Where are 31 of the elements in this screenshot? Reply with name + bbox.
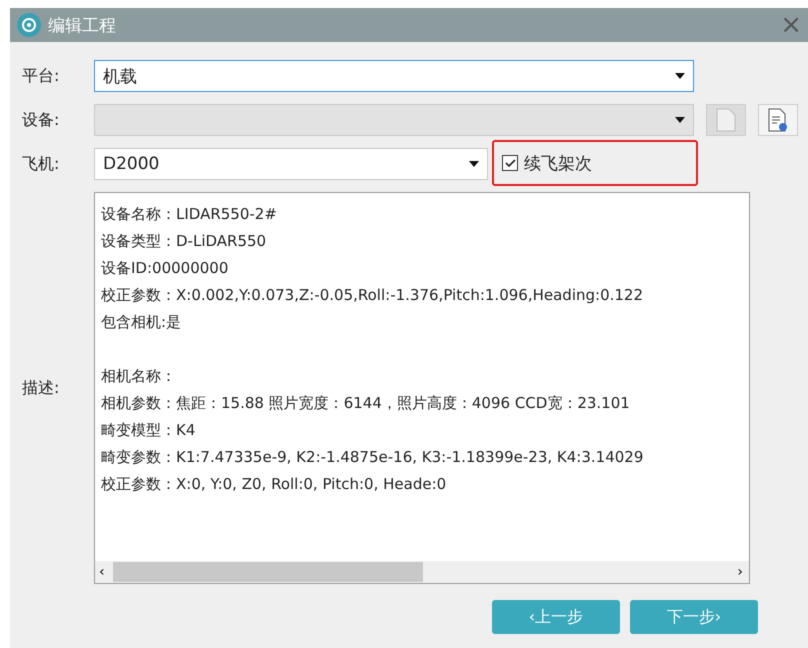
description-line: 畸变模型：K4 (101, 421, 196, 439)
description-line: 相机名称： (101, 367, 176, 385)
checkbox[interactable] (502, 155, 518, 171)
horizontal-scrollbar[interactable]: ‹ › (95, 561, 749, 583)
dropdown-caret-icon (675, 73, 685, 79)
field-label: 平台: (22, 66, 60, 86)
field-label: 设备: (22, 110, 60, 130)
check-icon (504, 158, 516, 168)
description-line: 校正参数：X:0, Y:0, Z0, Roll:0, Pitch:0, Heade:0 (101, 475, 446, 493)
dropdown-field[interactable]: D2000 (94, 148, 488, 180)
description-textarea[interactable] (94, 192, 750, 584)
checkbox-label: 续飞架次 (524, 152, 592, 174)
window-title: 编辑工程 (48, 14, 117, 36)
dropdown-field[interactable]: 机载 (94, 60, 694, 92)
scroll-left-icon[interactable]: ‹ (95, 564, 109, 580)
dropdown-caret-icon (469, 161, 479, 167)
file-settings-button[interactable] (758, 104, 798, 136)
description-line: 设备ID:00000000 (101, 259, 228, 277)
description-line: 设备名称：LIDAR550-2# (101, 205, 277, 223)
dropdown-caret-icon (675, 117, 685, 123)
description-line: 畸变参数：K1:7.47335e-9, K2:-1.4875e-16, K3:-1.18399e-23, K4:3.14029 (101, 448, 644, 466)
description-line: 校正参数：X:0.002,Y:0.073,Z:-0.05,Roll:-1.376,Pitch:1.096,Heading:0.122 (101, 286, 644, 304)
blank-page-icon (715, 108, 737, 132)
description-line: 设备类型：D-LiDAR550 (101, 232, 266, 250)
description-line: 包含相机:是 (101, 313, 182, 331)
scroll-right-icon[interactable]: › (731, 564, 749, 580)
document-settings-icon (767, 108, 789, 132)
app-logo-icon (16, 12, 42, 38)
field-label: 描述: (22, 378, 60, 398)
description-line: 相机参数：焦距：15.88 照片宽度：6144，照片高度：4096 CCD宽：23.101 (101, 394, 630, 412)
field-label: 飞机: (22, 154, 60, 174)
